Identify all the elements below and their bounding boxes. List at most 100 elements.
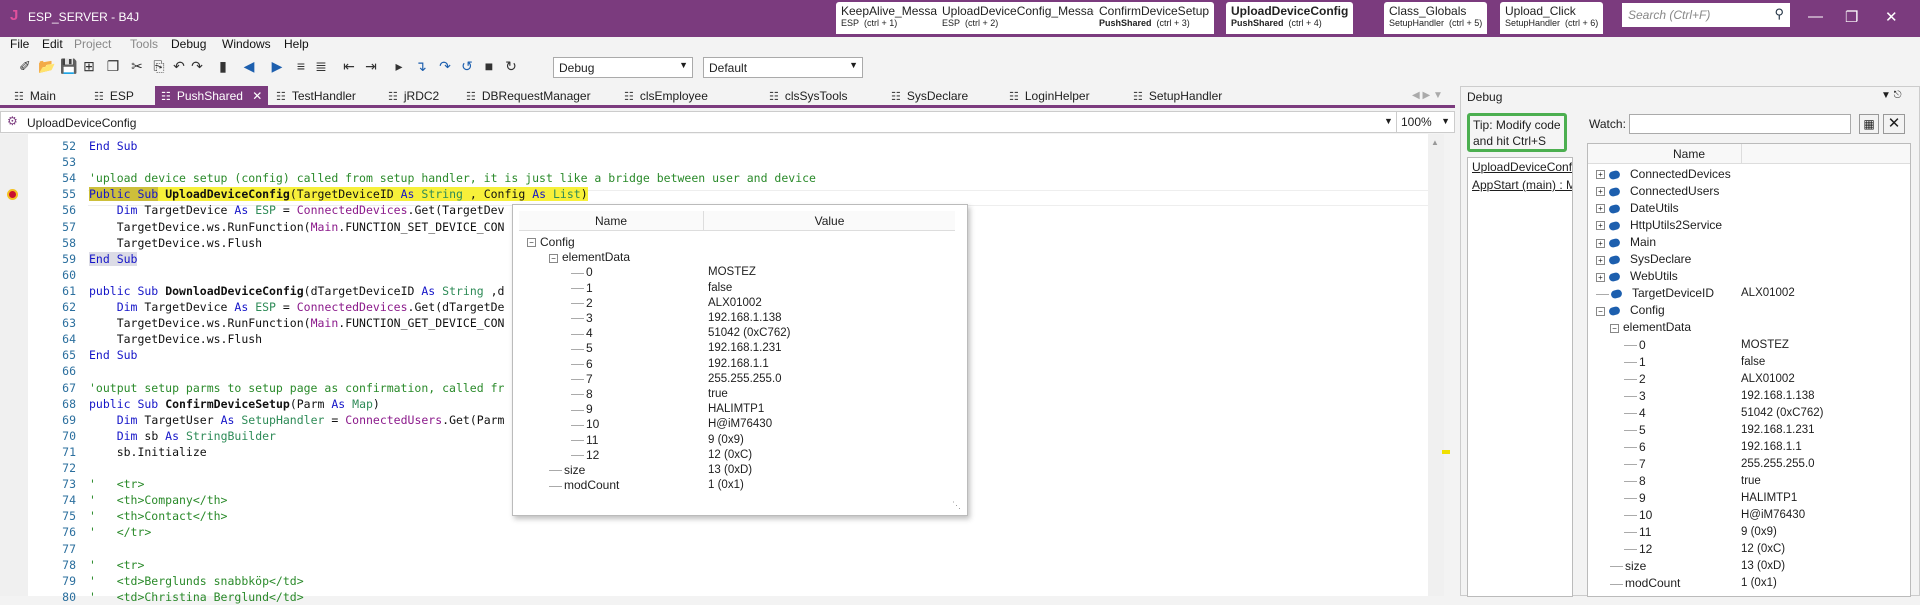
code-line[interactable]: End Sub — [89, 347, 137, 363]
resize-grip-icon[interactable]: ⋱ — [952, 500, 961, 511]
tree-row[interactable]: + SysDeclare — [1596, 251, 1691, 268]
code-line[interactable]: TargetDevice.ws.RunFunction(Main.FUNCTIO… — [89, 315, 505, 331]
expand-icon[interactable]: + — [1596, 238, 1605, 248]
restart-icon[interactable]: ↻ — [502, 58, 520, 75]
tree-row[interactable]: 4 — [1624, 405, 1646, 422]
undo-icon[interactable]: ↶ — [170, 58, 188, 75]
editor-scrollbar[interactable]: ▲ — [1428, 134, 1450, 596]
tab-sysdeclare[interactable]: ☷ SysDeclare — [885, 86, 974, 106]
tree-row[interactable]: + ConnectedUsers — [1596, 183, 1719, 200]
tree-row[interactable]: 5 — [571, 341, 593, 356]
minimize-button[interactable]: — — [1808, 8, 1823, 25]
code-line[interactable]: Dim TargetDevice As ESP = ConnectedDevic… — [89, 299, 505, 315]
code-line[interactable]: TargetDevice.ws.Flush — [89, 235, 262, 251]
tree-row[interactable]: + ConnectedDevices — [1596, 166, 1731, 183]
menu-file[interactable]: File — [10, 37, 29, 51]
tree-row[interactable]: size — [1610, 558, 1646, 575]
save-all-icon[interactable]: ⊞ — [80, 58, 98, 75]
tree-row[interactable]: 0 — [1624, 337, 1646, 354]
tree-row[interactable]: 6 — [571, 357, 593, 372]
comment-icon[interactable]: ≡ — [292, 58, 310, 74]
tree-row[interactable]: TargetDeviceID — [1596, 285, 1714, 302]
expand-icon[interactable]: + — [1596, 221, 1605, 231]
tab-dbrequestmanager[interactable]: ☷ DBRequestManager — [460, 86, 597, 106]
code-line[interactable]: public Sub ConfirmDeviceSetup(Parm As Ma… — [89, 396, 380, 412]
clear-watch-icon[interactable]: ✕ — [1883, 114, 1905, 134]
pin-icon[interactable]: ▼ ⎋ — [1881, 90, 1902, 101]
tree-row[interactable]: 9 — [571, 402, 593, 417]
menu-windows[interactable]: Windows — [222, 37, 271, 51]
menu-help[interactable]: Help — [284, 37, 309, 51]
code-line[interactable]: Dim TargetUser As SetupHandler = Connect… — [89, 412, 505, 428]
code-line[interactable]: Dim sb As StringBuilder — [89, 428, 276, 444]
build-config-select[interactable]: Debug ▼ — [553, 57, 693, 78]
close-tab-icon[interactable]: ✕ — [249, 89, 262, 103]
quick-tab[interactable]: UploadDeviceConfig_Message ESP (ctrl + 2) — [937, 2, 1112, 34]
tree-row[interactable]: modCount — [1610, 575, 1680, 592]
restore-button[interactable]: ❐ — [1845, 8, 1858, 26]
search-icon[interactable]: ⚲ — [1774, 6, 1784, 22]
code-line[interactable]: Dim TargetDevice As ESP = ConnectedDevic… — [89, 202, 505, 218]
close-button[interactable]: ✕ — [1885, 8, 1898, 26]
code-line[interactable]: sb.Initialize — [89, 444, 207, 460]
stop-icon[interactable]: ■ — [480, 58, 498, 74]
tree-row[interactable]: 7 — [571, 372, 593, 387]
tree-row[interactable]: modCount — [549, 478, 619, 493]
chevron-down-icon[interactable]: ▼ — [1384, 116, 1393, 126]
tree-row[interactable]: 4 — [571, 326, 593, 341]
step-over-icon[interactable]: ↷ — [436, 58, 454, 75]
expand-icon[interactable]: + — [1596, 170, 1605, 180]
tree-row[interactable]: 3 — [571, 311, 593, 326]
search-input[interactable]: Search (Ctrl+F) ⚲ — [1622, 3, 1790, 27]
tree-row[interactable]: 1 — [1624, 354, 1646, 371]
code-line[interactable]: ' <td>Berglunds snabbköp</td> — [89, 573, 304, 589]
code-line[interactable]: ' <tr> — [89, 557, 144, 573]
code-line[interactable]: ' <tr> — [89, 476, 144, 492]
target-select[interactable]: Default ▼ — [703, 57, 863, 78]
tab-testhandler[interactable]: ☷ TestHandler — [270, 86, 362, 106]
back-icon[interactable]: ◀ — [240, 58, 258, 75]
tree-row[interactable]: 5 — [1624, 422, 1646, 439]
collapse-icon[interactable]: − — [1610, 323, 1619, 333]
expand-icon[interactable]: + — [1596, 272, 1605, 282]
tree-row[interactable]: + HttpUtils2Service — [1596, 217, 1722, 234]
watch-input[interactable] — [1629, 114, 1851, 134]
menu-debug[interactable]: Debug — [171, 37, 206, 51]
tab-clssystools[interactable]: ☷ clsSysTools — [763, 86, 854, 106]
tab-main[interactable]: ☷ Main — [8, 86, 62, 106]
new-file-icon[interactable]: ✐ — [16, 58, 34, 75]
tree-row[interactable]: 12 — [571, 448, 599, 463]
tree-row[interactable]: − elementData — [1610, 319, 1691, 336]
uncomment-icon[interactable]: ≣ — [312, 58, 330, 75]
quick-tab[interactable]: Upload_Click SetupHandler (ctrl + 6) — [1500, 2, 1604, 34]
call-stack-frame[interactable]: AppStart (main) : Main — [1468, 176, 1572, 194]
tab-scroll-icons[interactable]: ◀ ▶ ▼ — [1412, 90, 1443, 101]
tree-row[interactable]: 10 — [571, 417, 599, 432]
collapse-icon[interactable]: − — [549, 253, 558, 263]
tree-row[interactable]: 2 — [571, 296, 593, 311]
outdent-icon[interactable]: ⇤ — [340, 58, 358, 75]
step-into-icon[interactable]: ↴ — [412, 58, 430, 75]
save-icon[interactable]: 💾 — [60, 58, 78, 75]
code-line[interactable]: ' <td>Christina Berglund</td> — [89, 589, 304, 605]
menu-tools[interactable]: Tools — [130, 37, 158, 51]
code-line[interactable]: Public Sub UploadDeviceConfig(TargetDevi… — [89, 186, 588, 202]
breakpoint-gutter[interactable] — [0, 134, 28, 596]
code-line[interactable]: 'upload device setup (config) called fro… — [89, 170, 816, 186]
copy-icon[interactable]: ❐ — [104, 58, 122, 75]
scroll-up-icon[interactable]: ▲ — [1431, 138, 1439, 147]
menu-edit[interactable]: Edit — [42, 37, 63, 51]
code-line[interactable]: End Sub — [89, 138, 137, 154]
calculator-icon[interactable]: ▦ — [1859, 114, 1879, 134]
expand-icon[interactable]: + — [1596, 204, 1605, 214]
step-out-icon[interactable]: ↺ — [458, 58, 476, 75]
forward-icon[interactable]: ▶ — [268, 58, 286, 75]
quick-tab[interactable]: ConfirmDeviceSetup PushShared (ctrl + 3) — [1094, 2, 1215, 34]
tree-row[interactable]: + WebUtils — [1596, 268, 1678, 285]
bookmark-icon[interactable]: ▮ — [214, 58, 232, 75]
tab-esp[interactable]: ☷ ESP — [88, 86, 140, 106]
tree-row[interactable]: 7 — [1624, 456, 1646, 473]
code-line[interactable]: public Sub DownloadDeviceConfig(dTargetD… — [89, 283, 504, 299]
tree-row[interactable]: 1 — [571, 281, 593, 296]
tree-row[interactable]: 10 — [1624, 507, 1652, 524]
